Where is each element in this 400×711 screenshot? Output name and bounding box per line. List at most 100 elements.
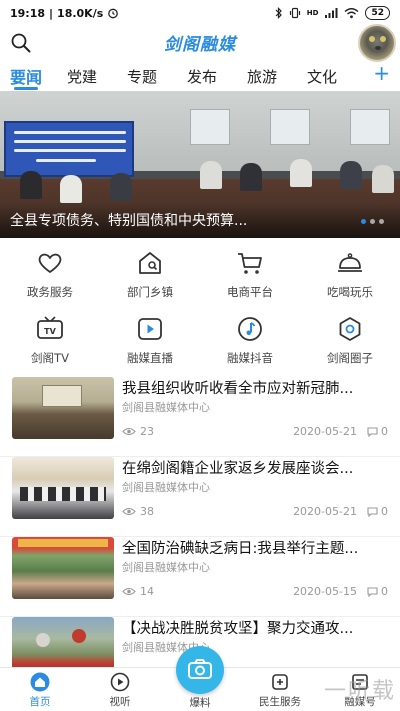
battery-indicator: 52 xyxy=(365,6,390,20)
news-item[interactable]: 我县组织收听收看全市应对新冠肺... 剑阁县融媒体中心 23 2020-05-2… xyxy=(0,377,400,457)
tab-travel[interactable]: 旅游 xyxy=(232,66,292,87)
news-source: 剑阁县融媒体中心 xyxy=(122,481,210,494)
grid-item-food-fun[interactable]: 吃喝玩乐 xyxy=(300,248,400,308)
status-divider: | xyxy=(49,6,54,20)
banner-image-window xyxy=(190,109,230,145)
news-date: 2020-05-21 xyxy=(293,505,357,518)
banner-image-person xyxy=(20,171,42,199)
header: 剑阁融媒 xyxy=(0,24,400,64)
eye-icon xyxy=(122,427,136,436)
grid-label: 剑阁圈子 xyxy=(327,351,373,365)
banner-image-board xyxy=(4,121,134,177)
news-thumbnail xyxy=(12,457,114,519)
cart-icon xyxy=(238,253,262,274)
app-title: 剑阁融媒 xyxy=(164,35,236,55)
signal-icon xyxy=(325,8,338,18)
news-comments: 0 xyxy=(367,425,388,438)
grid-label: 剑阁TV xyxy=(31,351,69,365)
grid-label: 部门乡镇 xyxy=(127,285,173,299)
status-right: HD 52 xyxy=(275,6,390,20)
vibrate-icon xyxy=(289,7,300,19)
grid-item-live[interactable]: 融媒直播 xyxy=(100,314,200,374)
banner-image-person xyxy=(240,163,262,191)
news-views: 38 xyxy=(122,505,154,518)
board-text-line xyxy=(36,159,96,162)
thumb-person xyxy=(36,633,50,647)
home-nav-icon xyxy=(30,672,50,692)
eye-icon xyxy=(122,507,136,516)
grid-label: 政务服务 xyxy=(27,285,73,299)
service-grid: 政务服务 部门乡镇 电商平台 吃喝玩乐 TV 剑阁TV 融媒直播 融媒抖音 剑阁… xyxy=(0,244,400,372)
board-text-line xyxy=(14,140,126,143)
grid-item-circle[interactable]: 剑阁圈子 xyxy=(300,314,400,374)
tab-party[interactable]: 党建 xyxy=(52,66,112,87)
banner-caption: 全县专项债务、特别国债和中央预算... xyxy=(10,213,248,229)
news-item[interactable]: 在绵剑阁籍企业家返乡发展座谈会... 剑阁县融媒体中心 38 2020-05-2… xyxy=(0,457,400,537)
avatar[interactable] xyxy=(358,24,396,62)
services-icon xyxy=(272,674,288,690)
grid-label: 融媒直播 xyxy=(127,351,173,365)
news-view-count: 38 xyxy=(140,505,154,518)
comment-icon xyxy=(367,506,378,517)
news-title: 【决战决胜脱贫攻坚】聚力交通攻... xyxy=(122,621,354,637)
news-comments: 0 xyxy=(367,505,388,518)
live-icon xyxy=(138,318,162,340)
nav-video[interactable]: 视听 xyxy=(85,672,155,709)
thumb-people xyxy=(20,487,106,501)
alarm-icon xyxy=(108,8,119,19)
news-meta: 38 2020-05-21 0 xyxy=(122,505,388,518)
play-circle-icon xyxy=(110,672,130,692)
news-views: 23 xyxy=(122,425,154,438)
carousel-dot-active xyxy=(361,219,366,224)
report-button-label: 爆料 xyxy=(189,697,211,709)
camera-icon xyxy=(188,659,212,679)
comment-icon xyxy=(367,426,378,437)
banner-image-person xyxy=(60,175,82,203)
tab-news[interactable]: 要闻 xyxy=(0,64,52,88)
banner-image-person xyxy=(290,159,312,187)
grid-label: 吃喝玩乐 xyxy=(327,285,373,299)
thumb-person xyxy=(72,629,86,643)
news-meta: 14 2020-05-15 0 xyxy=(122,585,388,598)
nav-services[interactable]: 民生服务 xyxy=(245,672,315,709)
music-icon xyxy=(238,317,262,341)
tv-icon: TV xyxy=(37,316,63,339)
grid-item-douyin[interactable]: 融媒抖音 xyxy=(200,314,300,374)
home-icon xyxy=(139,252,161,274)
category-tabs: 要闻 党建 专题 发布 旅游 文化 + xyxy=(0,61,400,90)
board-text-line xyxy=(14,149,126,152)
grid-item-jiange-tv[interactable]: TV 剑阁TV xyxy=(0,314,100,374)
grid-item-ecommerce[interactable]: 电商平台 xyxy=(200,248,300,308)
news-view-count: 14 xyxy=(140,585,154,598)
news-title: 我县组织收听收看全市应对新冠肺... xyxy=(122,381,354,397)
grid-label: 融媒抖音 xyxy=(227,351,273,365)
grid-label: 电商平台 xyxy=(227,285,273,299)
comment-icon xyxy=(367,586,378,597)
nav-home-label: 首页 xyxy=(29,696,51,708)
tab-release[interactable]: 发布 xyxy=(172,66,232,87)
active-tab-indicator xyxy=(14,87,38,90)
svg-text:TV: TV xyxy=(44,327,56,336)
grid-item-departments[interactable]: 部门乡镇 xyxy=(100,248,200,308)
news-comment-count: 0 xyxy=(381,425,388,438)
status-speed: 18.0K/s xyxy=(57,6,104,20)
nav-home[interactable]: 首页 xyxy=(5,672,75,709)
nav-video-label: 视听 xyxy=(109,696,131,708)
tab-culture[interactable]: 文化 xyxy=(292,66,352,87)
banner-image-person xyxy=(340,161,362,189)
board-text-line xyxy=(14,131,126,134)
news-view-count: 23 xyxy=(140,425,154,438)
grid-item-government-services[interactable]: 政务服务 xyxy=(0,248,100,308)
tab-topics[interactable]: 专题 xyxy=(112,66,172,87)
bottom-nav: 首页 视听 爆料 民生服务 融媒号 一听载 xyxy=(0,646,400,711)
eye-icon xyxy=(122,587,136,596)
status-bar: 19:18 | 18.0K/s HD 52 xyxy=(0,0,400,26)
dish-icon xyxy=(338,253,362,272)
banner-carousel[interactable]: 全县专项债务、特别国债和中央预算... xyxy=(0,91,400,238)
report-button[interactable] xyxy=(176,646,224,694)
add-tab-button[interactable]: + xyxy=(373,61,390,85)
news-item[interactable]: 全国防治碘缺乏病日:我县举行主题... 剑阁县融媒体中心 14 2020-05-… xyxy=(0,537,400,617)
wifi-icon xyxy=(345,8,359,19)
banner-image-person xyxy=(372,165,394,193)
banner-image-person xyxy=(200,161,222,189)
